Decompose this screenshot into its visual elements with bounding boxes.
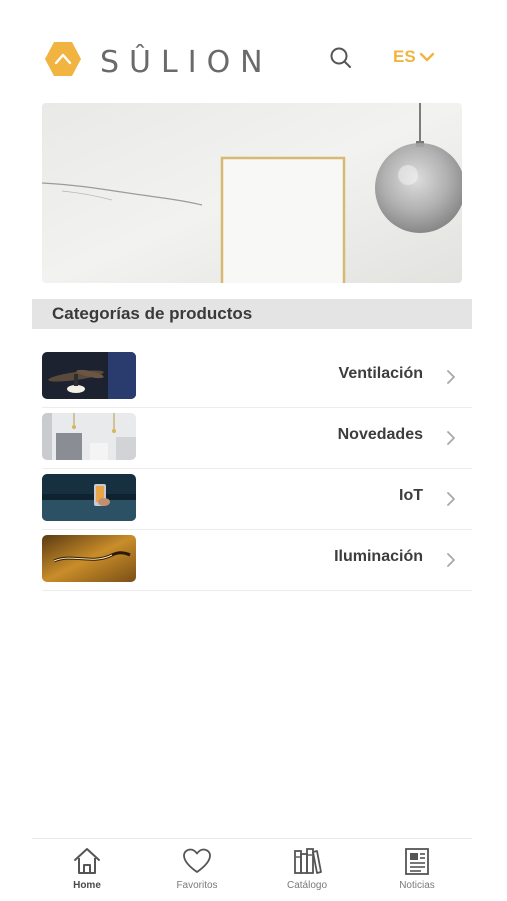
section-header-categories: Categorías de productos — [32, 299, 472, 329]
category-row-ventilacion[interactable]: Ventilación — [42, 347, 472, 408]
newspaper-icon — [405, 848, 429, 875]
category-thumbnail-iot — [42, 474, 136, 521]
language-label: ES — [393, 47, 416, 66]
chevron-down-icon — [419, 52, 434, 62]
hero-banner-image[interactable] — [42, 103, 462, 283]
category-row-iluminacion[interactable]: Iluminación — [42, 530, 472, 591]
search-icon — [330, 47, 351, 68]
chevron-right-icon — [447, 553, 455, 567]
tab-home[interactable]: Home — [32, 839, 142, 901]
category-thumbnail-iluminacion — [42, 535, 136, 582]
category-thumbnail-novedades — [42, 413, 136, 460]
tab-home-label: Home — [73, 880, 101, 891]
category-label: IoT — [399, 487, 423, 504]
heart-icon — [183, 848, 211, 873]
books-icon — [294, 848, 322, 874]
tab-catalogo-label: Catálogo — [286, 880, 328, 891]
category-list: Ventilación Novedades IoT Iluminación — [42, 347, 472, 591]
category-label: Iluminación — [334, 548, 423, 565]
search-button[interactable] — [328, 45, 354, 71]
tab-favoritos-label: Favoritos — [176, 880, 218, 891]
category-label: Ventilación — [338, 365, 423, 382]
category-row-iot[interactable]: IoT — [42, 469, 472, 530]
tab-noticias[interactable]: Noticias — [362, 839, 472, 901]
brand-logo-text: SÛLION — [100, 45, 273, 80]
category-thumbnail-ventilacion — [42, 352, 136, 399]
tab-noticias-label: Noticias — [399, 880, 435, 891]
chevron-right-icon — [447, 431, 455, 445]
language-selector[interactable]: ES — [393, 46, 436, 68]
bottom-tab-bar: Home Favoritos Catálogo Noticias — [32, 838, 472, 901]
hexagon-chevron-logo-icon — [45, 42, 81, 76]
section-title: Categorías de productos — [52, 304, 253, 323]
tab-favoritos[interactable]: Favoritos — [142, 839, 252, 901]
hero-illustration — [42, 103, 462, 283]
app-header: SÛLION ES — [0, 0, 507, 100]
tab-catalogo[interactable]: Catálogo — [252, 839, 362, 901]
category-label: Novedades — [337, 426, 423, 443]
chevron-right-icon — [447, 370, 455, 384]
chevron-right-icon — [447, 492, 455, 506]
category-row-novedades[interactable]: Novedades — [42, 408, 472, 469]
home-icon — [74, 848, 100, 874]
